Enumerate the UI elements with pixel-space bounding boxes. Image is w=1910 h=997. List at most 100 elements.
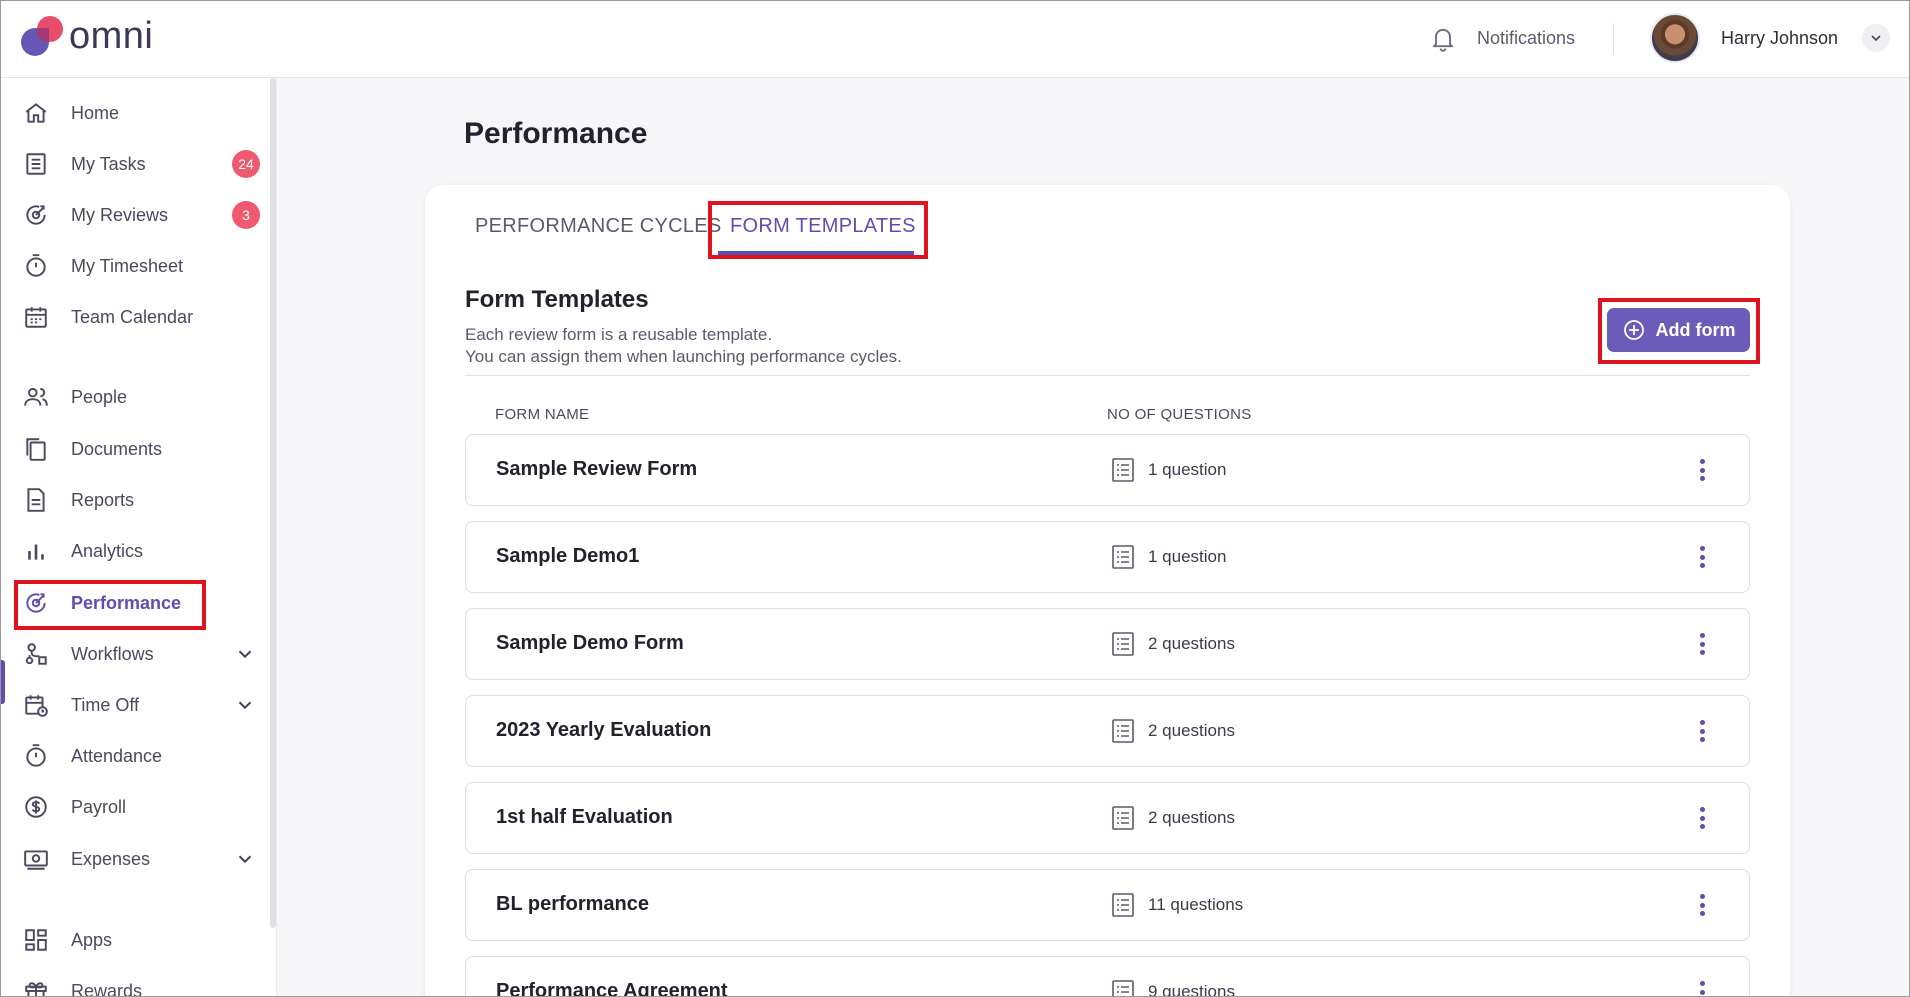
tasks-icon [21,149,51,179]
sidebar: Home My Tasks 24 My Reviews 3 My Timeshe… [1,78,277,996]
omni-logo[interactable]: omni [21,14,153,58]
active-indicator [1,660,5,704]
question-count: 1 question [1148,547,1227,566]
question-count: 9 questions [1148,982,1235,997]
list-icon [1112,719,1134,743]
table-row[interactable]: 1st half Evaluation 2 questions [465,782,1750,854]
sidebar-item-people[interactable]: People [21,375,266,419]
chevron-down-icon[interactable] [234,848,256,870]
app-window: omni Notifications Harry Johnson Home My… [0,0,1910,997]
table-row[interactable]: Sample Demo Form 2 questions [465,608,1750,680]
table-row[interactable]: BL performance 11 questions [465,869,1750,941]
notifications-button[interactable]: Notifications [1429,23,1575,53]
sidebar-item-label: Workflows [71,643,154,664]
form-name[interactable]: Performance Agreement [496,980,728,996]
reviews-count-badge: 3 [232,201,260,229]
list-icon [1112,980,1134,996]
documents-icon [21,434,51,464]
more-options-icon[interactable] [1695,455,1709,485]
list-icon [1112,545,1134,569]
reports-icon [21,485,51,515]
sidebar-item-rewards[interactable]: Rewards [21,969,266,996]
question-count: 2 questions [1148,808,1235,827]
sidebar-item-label: Documents [71,438,163,459]
people-icon [21,382,51,412]
sidebar-item-documents[interactable]: Documents [21,427,266,471]
sidebar-item-expenses[interactable]: Expenses [21,837,266,881]
sidebar-item-analytics[interactable]: Analytics [21,529,266,573]
sidebar-item-label: My Tasks [71,153,146,174]
divider [1613,23,1614,55]
sidebar-item-apps[interactable]: Apps [21,918,266,962]
column-header-questions[interactable]: NO OF QUESTIONS [1107,406,1252,423]
table-row[interactable]: Sample Demo1 1 question [465,521,1750,593]
more-options-icon[interactable] [1695,977,1709,996]
payroll-icon [21,792,51,822]
rewards-icon [21,976,51,996]
description-line: Each review form is a reusable template. [465,325,773,344]
sidebar-item-my-timesheet[interactable]: My Timesheet [21,244,266,288]
logo-text: omni [69,14,154,57]
table-row[interactable]: 2023 Yearly Evaluation 2 questions [465,695,1750,767]
form-name[interactable]: BL performance [496,893,649,916]
more-options-icon[interactable] [1695,890,1709,920]
tasks-count-badge: 24 [232,150,260,178]
table-row[interactable]: Sample Review Form 1 question [465,434,1750,506]
expenses-icon [21,844,51,874]
timer-icon [21,251,51,281]
sidebar-item-reports[interactable]: Reports [21,478,266,522]
form-name[interactable]: 1st half Evaluation [496,806,673,829]
user-name: Harry Johnson [1721,27,1839,48]
sidebar-item-label: Reports [71,489,135,510]
more-options-icon[interactable] [1695,629,1709,659]
sidebar-item-label: Attendance [71,745,163,766]
sidebar-item-performance[interactable]: Performance [21,581,266,625]
sidebar-item-home[interactable]: Home [21,91,266,135]
sidebar-item-my-reviews[interactable]: My Reviews 3 [21,193,266,237]
more-options-icon[interactable] [1695,542,1709,572]
active-tab-indicator [718,251,914,255]
sidebar-item-label: Analytics [71,540,144,561]
sidebar-item-label: People [71,386,128,407]
sidebar-item-attendance[interactable]: Attendance [21,734,266,778]
sidebar-item-label: Team Calendar [71,306,194,327]
tab-form-templates[interactable]: FORM TEMPLATES [730,215,916,238]
add-form-button[interactable]: Add form [1607,308,1750,352]
sidebar-item-team-calendar[interactable]: Team Calendar [21,295,266,339]
form-name[interactable]: Sample Review Form [496,458,697,481]
tab-performance-cycles[interactable]: PERFORMANCE CYCLES [475,215,722,238]
analytics-icon [21,536,51,566]
chevron-down-icon[interactable] [234,643,256,665]
form-name[interactable]: Sample Demo Form [496,632,684,655]
sidebar-item-label: My Reviews [71,204,169,225]
description-line: You can assign them when launching perfo… [465,347,902,366]
bell-icon [1432,28,1454,52]
sidebar-item-my-tasks[interactable]: My Tasks 24 [21,142,266,186]
workflows-icon [21,639,51,669]
logo-mark-icon [21,14,63,58]
column-header-form-name[interactable]: FORM NAME [495,406,589,423]
chevron-down-icon[interactable] [1862,24,1891,52]
sidebar-item-label: Apps [71,929,113,950]
table-row[interactable]: Performance Agreement 9 questions [465,956,1750,997]
top-bar: omni Notifications Harry Johnson [1,1,1909,78]
question-count: 1 question [1148,460,1227,479]
list-icon [1112,806,1134,830]
more-options-icon[interactable] [1695,716,1709,746]
form-name[interactable]: Sample Demo1 [496,545,639,568]
sidebar-scrollbar[interactable] [270,78,276,928]
more-options-icon[interactable] [1695,803,1709,833]
sidebar-item-time-off[interactable]: Time Off [21,683,266,727]
question-count: 11 questions [1148,895,1244,914]
user-menu[interactable]: Harry Johnson [1650,13,1891,63]
sidebar-item-workflows[interactable]: Workflows [21,632,266,676]
home-icon [21,98,51,128]
chevron-down-icon[interactable] [234,694,256,716]
sidebar-item-payroll[interactable]: Payroll [21,785,266,829]
divider [465,375,1750,376]
form-name[interactable]: 2023 Yearly Evaluation [496,719,711,742]
question-count: 2 questions [1148,634,1235,653]
sidebar-item-label: Time Off [71,694,140,715]
avatar[interactable] [1650,13,1700,63]
question-count: 2 questions [1148,721,1235,740]
